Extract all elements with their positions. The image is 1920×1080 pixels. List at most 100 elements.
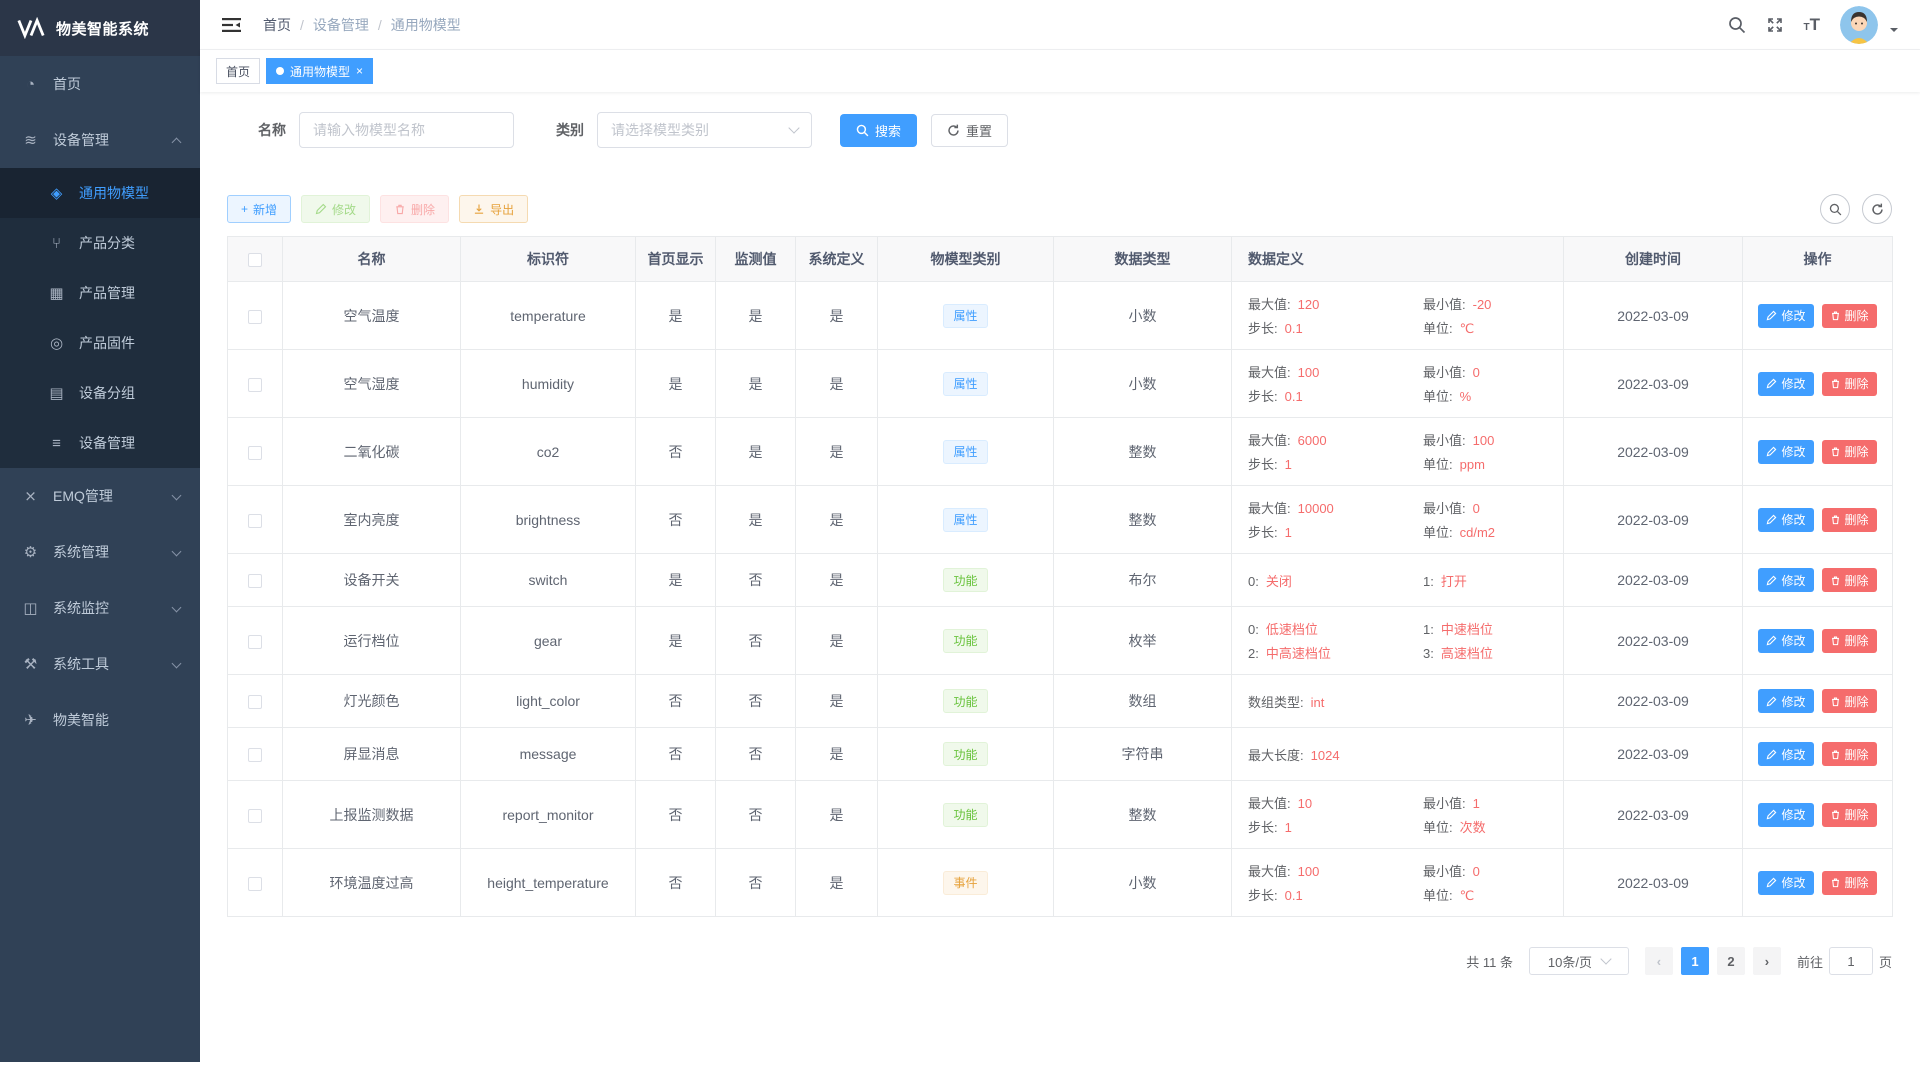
spec-label: 最大长度: bbox=[1248, 745, 1304, 764]
plus-icon: + bbox=[241, 202, 248, 216]
next-page-button[interactable]: › bbox=[1753, 947, 1781, 975]
sidebar-item-system-management[interactable]: ⚙ 系统管理 bbox=[0, 524, 200, 580]
sidebar-item-device-group[interactable]: ▤ 设备分组 bbox=[0, 368, 200, 418]
spec-pair: 最小值:0 bbox=[1423, 362, 1547, 381]
row-edit-button[interactable]: 修改 bbox=[1758, 803, 1813, 827]
row-edit-label: 修改 bbox=[1781, 375, 1805, 392]
breadcrumb-home[interactable]: 首页 bbox=[263, 15, 291, 35]
dashboard-icon: ◔ bbox=[22, 76, 39, 93]
row-delete-button[interactable]: 删除 bbox=[1822, 568, 1877, 592]
reset-button-label: 重置 bbox=[966, 121, 992, 140]
row-edit-button[interactable]: 修改 bbox=[1758, 304, 1813, 328]
device-management-submenu: ◈ 通用物模型 ⑂ 产品分类 ▦ 产品管理 ◎ 产品固件 ▤ 设备分组 bbox=[0, 168, 200, 468]
export-button[interactable]: 导出 bbox=[459, 195, 528, 223]
close-icon[interactable]: × bbox=[356, 65, 363, 77]
row-edit-button[interactable]: 修改 bbox=[1758, 742, 1813, 766]
avatar[interactable] bbox=[1840, 6, 1878, 44]
row-checkbox[interactable] bbox=[248, 574, 262, 588]
row-checkbox[interactable] bbox=[248, 514, 262, 528]
caret-down-icon[interactable] bbox=[1890, 28, 1898, 36]
select-all-checkbox[interactable] bbox=[248, 253, 262, 267]
row-delete-button[interactable]: 删除 bbox=[1822, 803, 1877, 827]
font-size-icon[interactable]: TT bbox=[1804, 15, 1821, 35]
sidebar-item-device-list[interactable]: ≡ 设备管理 bbox=[0, 418, 200, 468]
logo-bar[interactable]: 物美智能系统 bbox=[0, 0, 200, 56]
toggle-search-button[interactable] bbox=[1820, 194, 1850, 224]
reset-button[interactable]: 重置 bbox=[931, 114, 1008, 147]
pencil-icon bbox=[1766, 378, 1777, 389]
spec-value: 100 bbox=[1473, 433, 1495, 448]
navbar-actions: TT bbox=[1728, 6, 1899, 44]
spec-pair: 1:打开 bbox=[1423, 571, 1547, 590]
fullscreen-icon[interactable] bbox=[1766, 16, 1784, 34]
spec-value: 10000 bbox=[1298, 501, 1334, 516]
row-delete-button[interactable]: 删除 bbox=[1822, 372, 1877, 396]
delete-button[interactable]: 删除 bbox=[380, 195, 449, 223]
sidebar-toggle-icon[interactable] bbox=[222, 17, 241, 33]
sidebar-item-wumei-smart[interactable]: ✈ 物美智能 bbox=[0, 692, 200, 748]
page-button-1[interactable]: 1 bbox=[1681, 947, 1709, 975]
row-delete-button[interactable]: 删除 bbox=[1822, 304, 1877, 328]
row-checkbox[interactable] bbox=[248, 310, 262, 324]
sidebar-item-product-firmware[interactable]: ◎ 产品固件 bbox=[0, 318, 200, 368]
row-checkbox[interactable] bbox=[248, 446, 262, 460]
sidebar-item-product-management[interactable]: ▦ 产品管理 bbox=[0, 268, 200, 318]
search-button[interactable]: 搜索 bbox=[840, 114, 917, 147]
row-edit-button[interactable]: 修改 bbox=[1758, 508, 1813, 532]
row-edit-button[interactable]: 修改 bbox=[1758, 568, 1813, 592]
row-edit-button[interactable]: 修改 bbox=[1758, 372, 1813, 396]
spec-label: 最大值: bbox=[1248, 430, 1291, 449]
row-delete-button[interactable]: 删除 bbox=[1822, 742, 1877, 766]
sidebar-item-product-category[interactable]: ⑂ 产品分类 bbox=[0, 218, 200, 268]
row-edit-button[interactable]: 修改 bbox=[1758, 629, 1813, 653]
row-checkbox[interactable] bbox=[248, 635, 262, 649]
spec-value: 0.1 bbox=[1285, 321, 1303, 336]
row-checkbox[interactable] bbox=[248, 695, 262, 709]
data-definition: 数组类型:int bbox=[1248, 692, 1547, 711]
spec-value: % bbox=[1460, 389, 1472, 404]
goto-unit-label: 页 bbox=[1879, 952, 1892, 971]
add-button[interactable]: + 新增 bbox=[227, 195, 291, 223]
sidebar-item-thing-model[interactable]: ◈ 通用物模型 bbox=[0, 168, 200, 218]
cell-data-type: 小数 bbox=[1054, 282, 1232, 350]
column-header-home-display: 首页显示 bbox=[636, 237, 716, 282]
row-edit-label: 修改 bbox=[1781, 307, 1805, 324]
category-filter-select[interactable]: 请选择模型类别 bbox=[597, 112, 812, 148]
gear-icon: ⚙ bbox=[22, 543, 39, 561]
spec-pair: 0:低速档位 bbox=[1248, 619, 1423, 638]
row-edit-button[interactable]: 修改 bbox=[1758, 440, 1813, 464]
sidebar-item-device-management[interactable]: ≋ 设备管理 bbox=[0, 112, 200, 168]
row-delete-button[interactable]: 删除 bbox=[1822, 508, 1877, 532]
tab-thing-model[interactable]: 通用物模型 × bbox=[266, 58, 373, 84]
sidebar-item-system-monitor[interactable]: ◫ 系统监控 bbox=[0, 580, 200, 636]
search-icon[interactable] bbox=[1728, 16, 1746, 34]
name-filter-input[interactable] bbox=[299, 112, 514, 148]
prev-page-button[interactable]: ‹ bbox=[1645, 947, 1673, 975]
row-checkbox[interactable] bbox=[248, 809, 262, 823]
sidebar-item-emq[interactable]: ⨯ EMQ管理 bbox=[0, 468, 200, 524]
sidebar-item-system-tools[interactable]: ⚒ 系统工具 bbox=[0, 636, 200, 692]
cell-home-display: 是 bbox=[636, 554, 716, 607]
goto-page-input[interactable] bbox=[1829, 947, 1873, 975]
row-edit-button[interactable]: 修改 bbox=[1758, 871, 1813, 895]
refresh-button[interactable] bbox=[1862, 194, 1892, 224]
breadcrumb-device-management[interactable]: 设备管理 bbox=[313, 15, 369, 35]
row-delete-button[interactable]: 删除 bbox=[1822, 629, 1877, 653]
row-edit-button[interactable]: 修改 bbox=[1758, 689, 1813, 713]
row-delete-button[interactable]: 删除 bbox=[1822, 689, 1877, 713]
sidebar-item-home[interactable]: ◔ 首页 bbox=[0, 56, 200, 112]
page-button-2[interactable]: 2 bbox=[1717, 947, 1745, 975]
row-delete-button[interactable]: 删除 bbox=[1822, 871, 1877, 895]
row-delete-label: 删除 bbox=[1845, 693, 1869, 710]
cell-home-display: 否 bbox=[636, 781, 716, 849]
delete-button-label: 删除 bbox=[411, 201, 435, 218]
row-delete-button[interactable]: 删除 bbox=[1822, 440, 1877, 464]
page-size-select[interactable]: 10条/页 bbox=[1529, 947, 1629, 975]
row-checkbox[interactable] bbox=[248, 748, 262, 762]
edit-button[interactable]: 修改 bbox=[301, 195, 370, 223]
row-checkbox[interactable] bbox=[248, 877, 262, 891]
row-checkbox[interactable] bbox=[248, 378, 262, 392]
category-tag: 功能 bbox=[943, 689, 987, 713]
cell-monitor-value: 是 bbox=[716, 282, 796, 350]
tab-home[interactable]: 首页 bbox=[216, 58, 260, 84]
